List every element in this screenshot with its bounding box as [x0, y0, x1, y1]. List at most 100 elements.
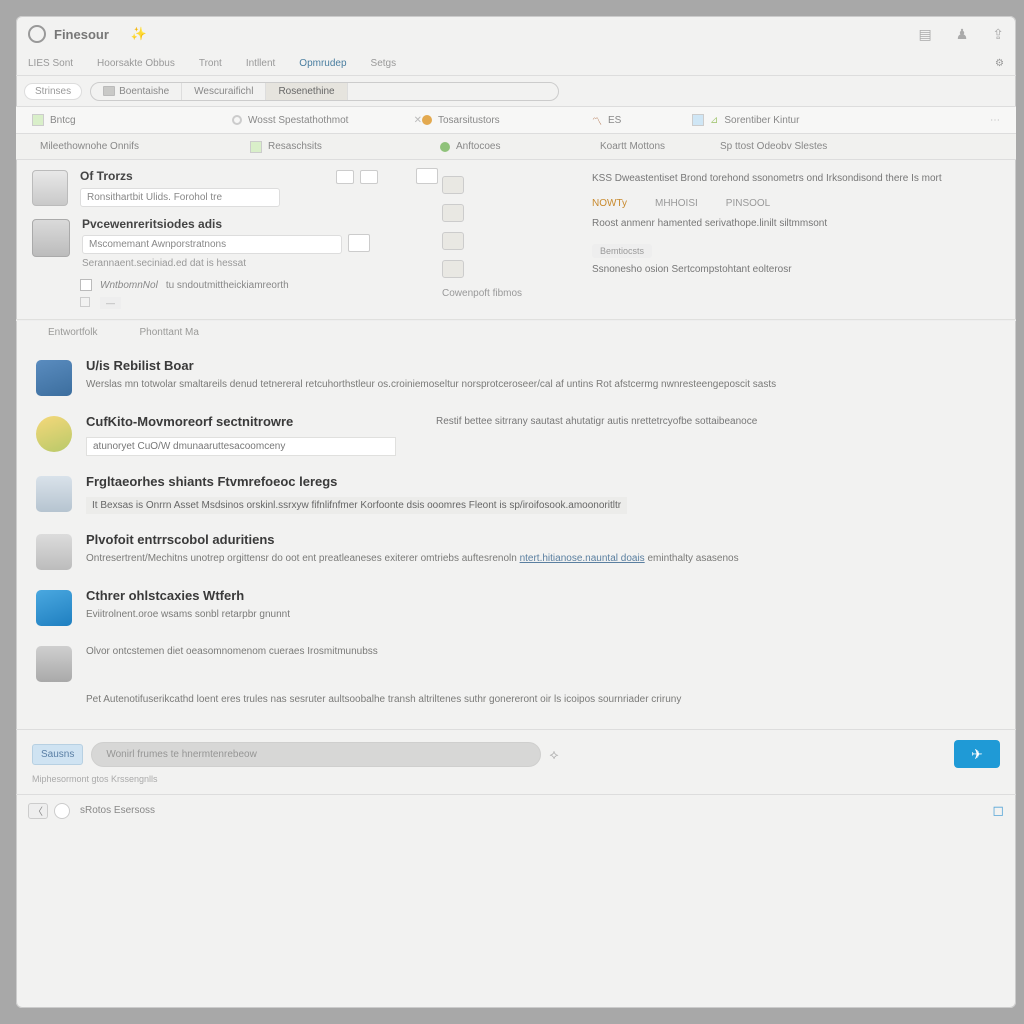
close-icon[interactable]: ✕: [414, 115, 422, 126]
tab-1[interactable]: Hoorsakte Obbus: [97, 58, 175, 69]
mic-icon[interactable]: ⇪: [992, 26, 1004, 43]
expand-icon[interactable]: [416, 168, 438, 184]
subhead-2[interactable]: Anftocoes: [456, 141, 500, 152]
tab-bar: LIES Sont Hoorsakte Obbus Tront Intllent…: [16, 52, 1016, 76]
send-button[interactable]: ✈: [954, 740, 1000, 768]
check-label-b: tu sndoutmittheickiamreorth: [166, 280, 289, 291]
mini-btn[interactable]: [336, 170, 354, 184]
colhead-4[interactable]: Sorentiber Kintur: [724, 115, 799, 126]
lower-panel: U/is Rebilist Boar Werslas mn totwolar s…: [16, 344, 1016, 729]
bar-item[interactable]: —: [100, 297, 121, 309]
disk-icon: [36, 646, 72, 682]
panel-icon-2[interactable]: [442, 232, 464, 250]
sec2-hl[interactable]: It Bexsas is Onrrn Asset Msdsinos orskin…: [86, 497, 627, 514]
chat-icon[interactable]: ◻: [992, 802, 1004, 819]
block1-sub[interactable]: Mscomemant Awnporstratnons: [82, 235, 342, 254]
upper-right: KSS Dweastentiset Brond torehond ssonome…: [592, 168, 1000, 309]
circle-icon: [232, 115, 242, 125]
block0-input[interactable]: Ronsithartbit Ulids. Forohol tre: [80, 188, 280, 207]
upper-left: Of Trorzs Ronsithartbit Ulids. Forohol t…: [32, 168, 442, 309]
user-icon[interactable]: ♟: [956, 26, 969, 43]
message-bar: Sausns Wonirl frumes te hnermtenrebeow ⟡…: [32, 740, 1000, 768]
right-tab-2[interactable]: PINSOOL: [726, 198, 770, 209]
colhead-3[interactable]: ES: [608, 115, 621, 126]
leaf-icon: ⊿: [710, 115, 718, 126]
subhead-3[interactable]: Koartt Mottons: [600, 141, 665, 152]
titlebar-actions: ▤ ♟ ⇪: [918, 26, 1004, 43]
section-4: Cthrer ohlstcaxies Wtferh Eviitrolnent.o…: [36, 588, 996, 626]
right-badge[interactable]: Bemtiocsts: [592, 244, 652, 258]
tab-3[interactable]: Intllent: [246, 58, 275, 69]
colhead-2[interactable]: Tosarsitustors: [438, 115, 500, 126]
colhead-1[interactable]: Wosst Spestathothmot: [248, 115, 348, 126]
panel-icon-1[interactable]: [442, 204, 464, 222]
sec0-title: U/is Rebilist Boar: [86, 358, 996, 373]
box-icon: [36, 476, 72, 512]
filter-search[interactable]: [348, 88, 558, 94]
sec4-title: Cthrer ohlstcaxies Wtferh: [86, 588, 996, 603]
status-text: sRotos Esersoss: [80, 805, 155, 816]
section-0: U/is Rebilist Boar Werslas mn totwolar s…: [36, 358, 996, 396]
upper-mid: Cowenpoft fibmos: [442, 168, 592, 309]
status-dot-icon[interactable]: [54, 803, 70, 819]
right-desc: KSS Dweastentiset Brond torehond ssonome…: [592, 172, 1000, 186]
sec3-link[interactable]: ntert.hitianose.nauntal doais: [520, 553, 645, 564]
mini-btn[interactable]: [360, 170, 378, 184]
app-window: Finesour ✨ ▤ ♟ ⇪ LIES Sont Hoorsakte Obb…: [16, 16, 1016, 1008]
block-pvcew: Pvcewenreritsiodes adis Mscomemant Awnpo…: [32, 217, 442, 269]
dropdown-icon[interactable]: [348, 234, 370, 252]
panel-icon-3[interactable]: [442, 260, 464, 278]
panel-icon-0[interactable]: [442, 176, 464, 194]
sec2-title: Frgltaeorhes shiants Ftvmrefoeoc leregs: [86, 474, 996, 489]
more-icon[interactable]: ⋯: [990, 115, 1000, 126]
tab-4[interactable]: Opmrudep: [299, 58, 346, 69]
right-line2: Ssnonesho osion Sertcompstohtant eoltero…: [592, 263, 1000, 277]
tab-0[interactable]: LIES Sont: [28, 58, 73, 69]
subhead-1[interactable]: Resaschsits: [268, 141, 322, 152]
sec3-title: Plvofoit entrrscobol aduritiens: [86, 532, 996, 547]
right-tab-0[interactable]: NOWTy: [592, 198, 627, 209]
titlebar: Finesour ✨ ▤ ♟ ⇪: [16, 16, 1016, 52]
filter-pill-2[interactable]: Rosenethine: [266, 83, 347, 100]
dot-icon: [440, 142, 450, 152]
block1-note: Serannaent.seciniad.ed dat is hessat: [82, 258, 442, 269]
message-tag[interactable]: Sausns: [32, 744, 83, 765]
filter-pill-1[interactable]: Wescuraifichl: [182, 83, 266, 100]
dot-icon: [422, 115, 432, 125]
colhead-0[interactable]: Bntcg: [50, 115, 76, 126]
subhead-4[interactable]: Sp ttost Odeobv Slestes: [720, 141, 827, 152]
server-icon: [32, 170, 68, 206]
wand-icon[interactable]: ✨: [131, 26, 147, 42]
tab-2[interactable]: Tront: [199, 58, 222, 69]
filter-tag[interactable]: Strinses: [24, 83, 82, 100]
tab-settings-icon[interactable]: ⚙: [995, 58, 1004, 69]
app-logo-icon: [28, 25, 46, 43]
subhead-0[interactable]: Mileethownohe Onnifs: [40, 141, 139, 152]
bar-a[interactable]: Entwortfolk: [48, 327, 97, 338]
main-content: Of Trorzs Ronsithartbit Ulids. Forohol t…: [16, 160, 1016, 1008]
radio-a[interactable]: [80, 297, 90, 307]
section-6: Pet Autenotifuserikcathd loent eres trul…: [86, 692, 996, 707]
filter-pills: Boentaishe Wescuraifichl Rosenethine: [90, 82, 558, 101]
checkbox[interactable]: [80, 279, 92, 291]
status-bar: 〈 sRotos Esersoss ◻: [16, 794, 1016, 826]
drive-icon: [36, 534, 72, 570]
message-area: Sausns Wonirl frumes te hnermtenrebeow ⟡…: [16, 729, 1016, 794]
bell-icon[interactable]: ▤: [918, 26, 931, 43]
filter-bar: Strinses Boentaishe Wescuraifichl Rosene…: [16, 76, 1016, 106]
tab-5[interactable]: Setgs: [371, 58, 397, 69]
attach-icon[interactable]: ⟡: [549, 746, 558, 763]
card-icon: [692, 114, 704, 126]
right-tab-1[interactable]: MHHOISI: [655, 198, 698, 209]
sec1-input[interactable]: atunoryet CuO/W dmunaaruttesacoomceny: [86, 437, 396, 456]
block1-title: Pvcewenreritsiodes adis: [82, 217, 442, 231]
back-icon[interactable]: 〈: [28, 803, 48, 819]
bar-b[interactable]: Phonttant Ma: [139, 327, 198, 338]
block0-title: Of Trorzs: [80, 169, 133, 183]
message-input[interactable]: Wonirl frumes te hnermtenrebeow: [91, 742, 541, 767]
sec5-body: Olvor ontcstemen diet oeasomnomenom cuer…: [86, 644, 996, 659]
filter-pill-0[interactable]: Boentaishe: [91, 83, 182, 100]
right-tabs: NOWTy MHHOISI PINSOOL: [592, 198, 1000, 209]
mini-bar: Entwortfolk Phonttant Ma: [16, 320, 1016, 344]
section-5: Olvor ontcstemen diet oeasomnomenom cuer…: [36, 644, 996, 682]
